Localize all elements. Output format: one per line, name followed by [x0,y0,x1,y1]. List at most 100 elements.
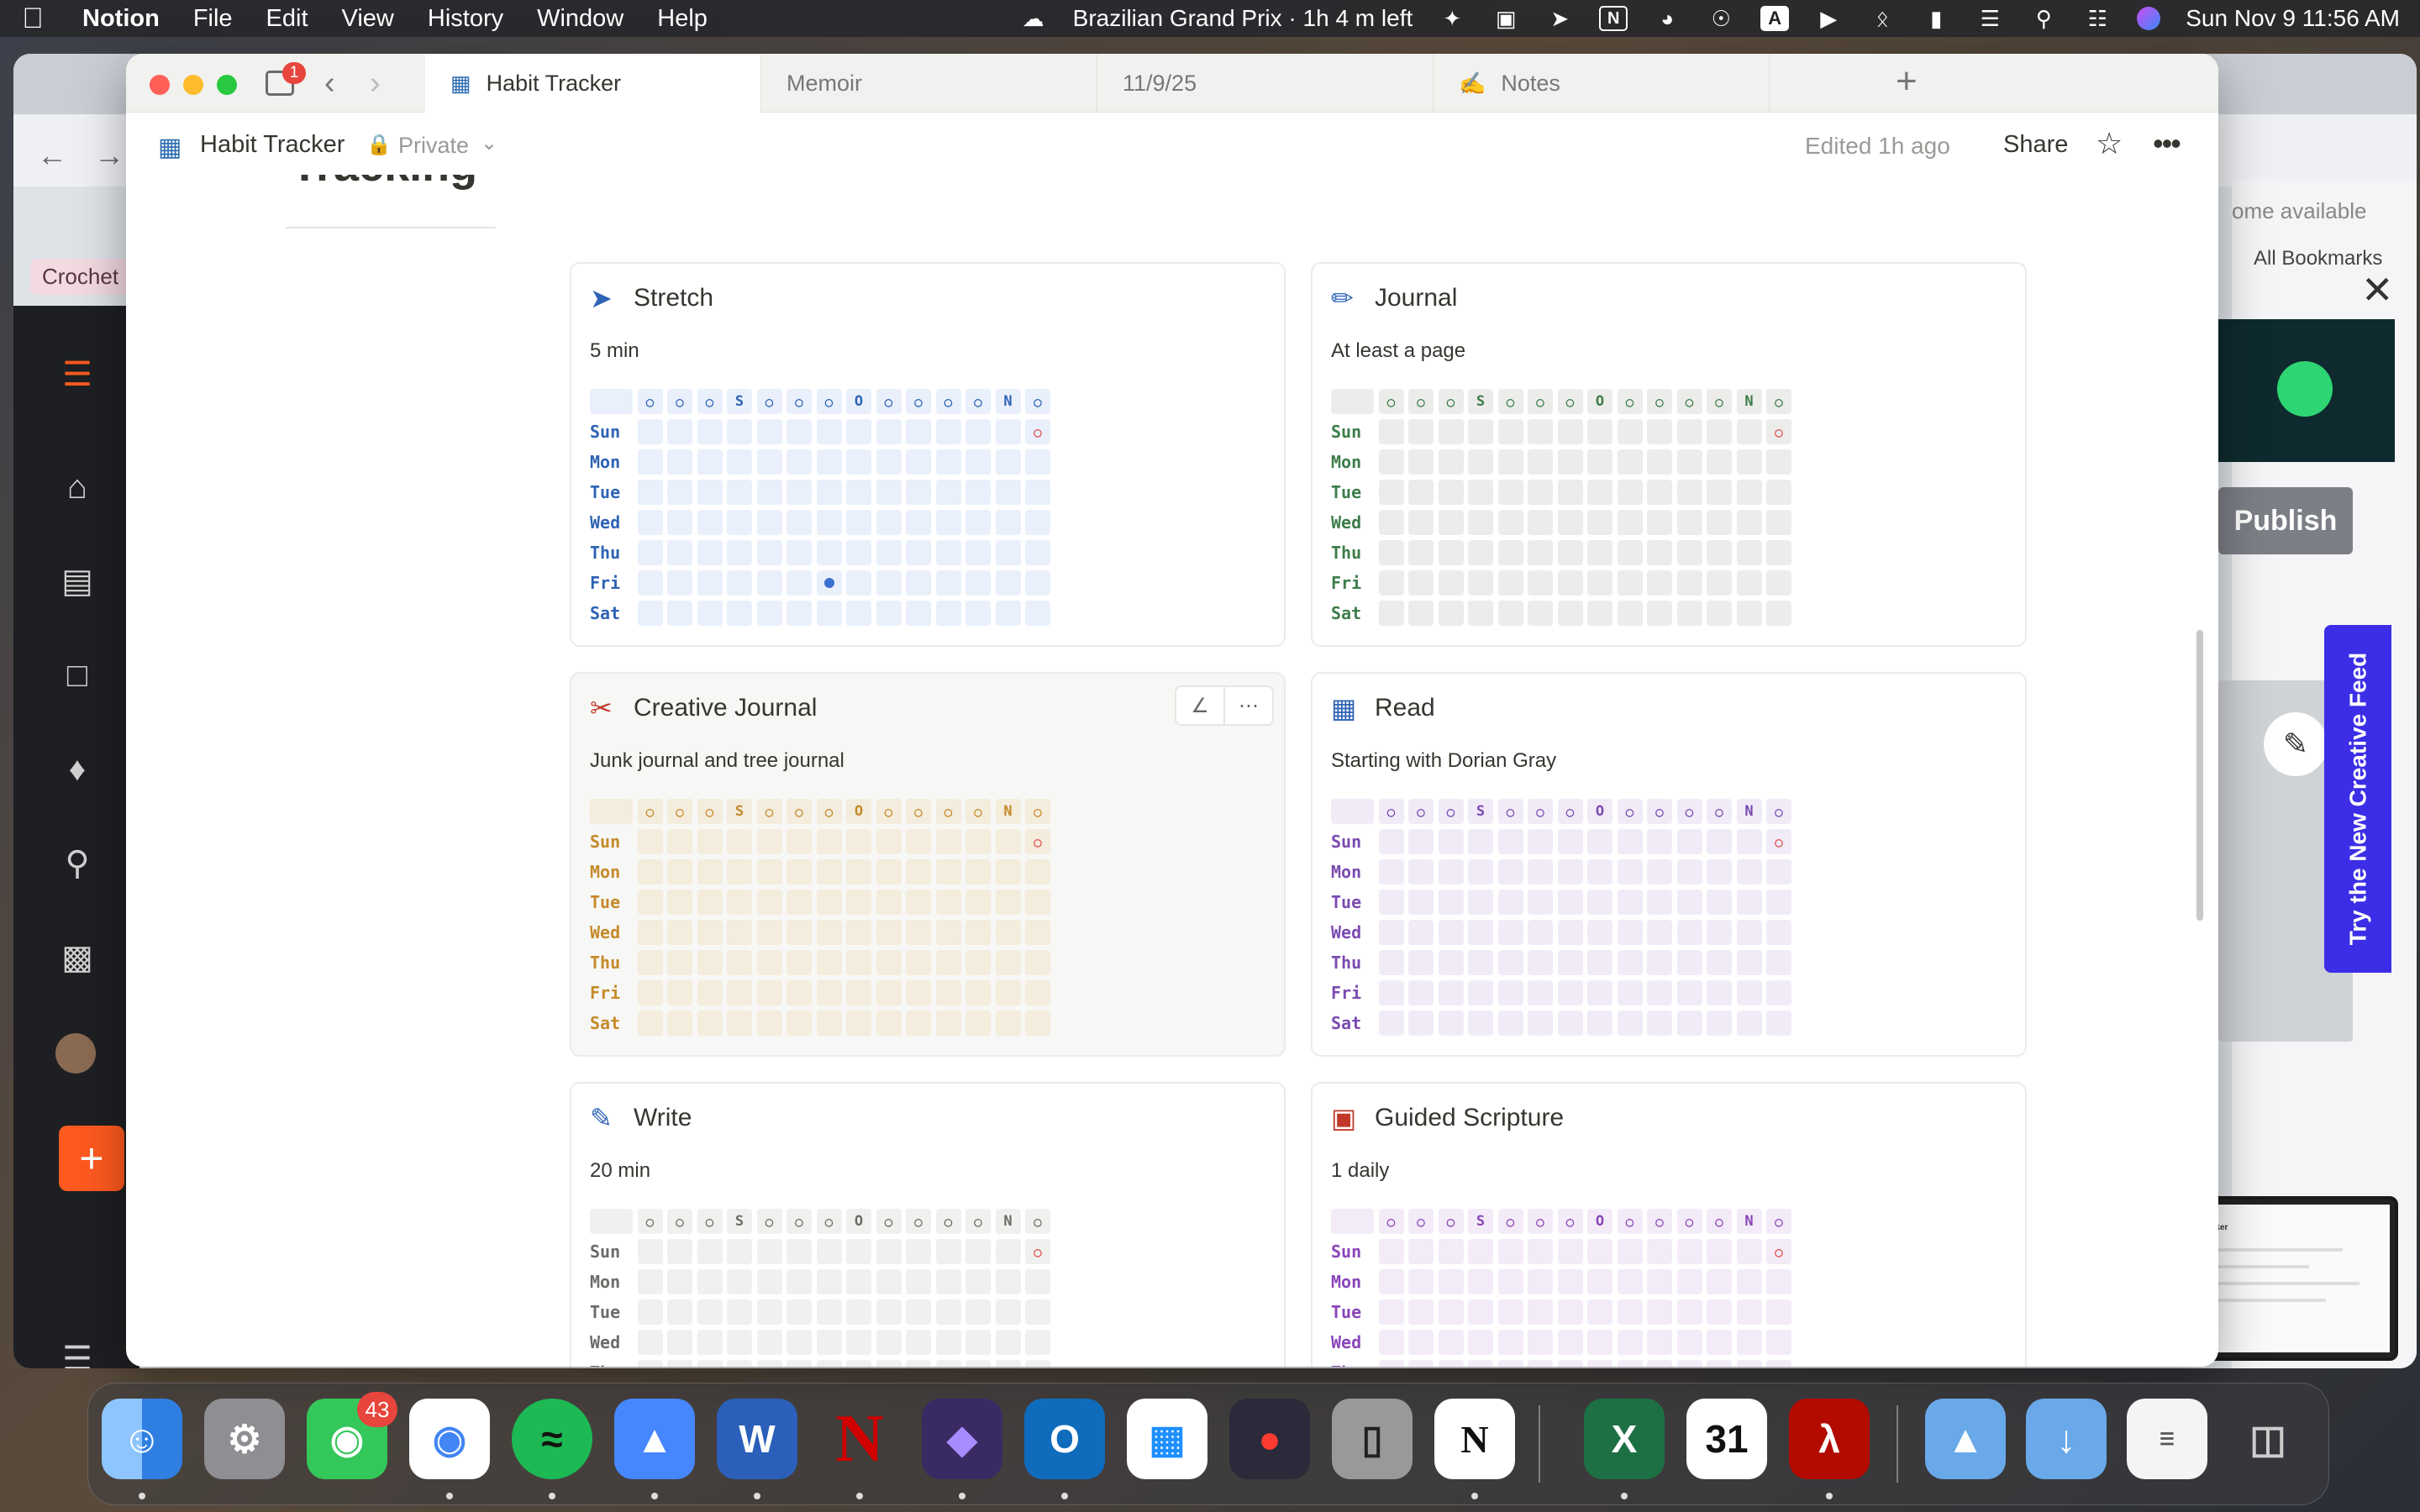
habit-cell[interactable] [1528,950,1553,975]
habit-cell[interactable] [906,1299,931,1325]
habit-cell[interactable] [667,1239,692,1264]
habit-cell[interactable] [906,859,931,885]
habit-cell[interactable] [965,1299,991,1325]
habit-cell[interactable] [1378,859,1404,885]
habit-cell[interactable] [935,1011,961,1036]
habit-cell[interactable] [1468,1360,1493,1367]
habit-cell[interactable] [756,1239,782,1264]
habit-cell[interactable] [1736,859,1762,885]
habit-card[interactable]: ▣ Guided Scripture 1 daily ○ ○ ○ S ○ ○ ○ O ○ ○ ○ ○ N… [1311,1082,2027,1367]
habit-cell[interactable] [906,510,931,535]
habit-cell[interactable] [1408,890,1434,915]
habit-cell[interactable] [1736,1360,1762,1367]
habit-cell[interactable] [1378,540,1404,565]
habit-cell[interactable] [786,419,812,444]
habit-cell[interactable] [1707,1011,1732,1036]
habit-cell[interactable] [995,540,1021,565]
habit-cell[interactable] [1468,1330,1493,1355]
habit-cell[interactable] [1468,1269,1493,1294]
habit-cell[interactable] [1587,1239,1612,1264]
menu-edit[interactable]: Edit [266,5,308,33]
habit-cell[interactable] [667,1360,692,1367]
habit-cell[interactable] [1528,480,1553,505]
habit-cell[interactable] [816,1299,842,1325]
habit-card[interactable]: ✂ Creative Journal ∠ ⋯ Junk journal and … [570,672,1286,1057]
habit-cell[interactable] [935,950,961,975]
habit-cell[interactable] [1707,829,1732,854]
habit-cell[interactable] [756,1330,782,1355]
habit-cell[interactable] [1025,601,1050,626]
habit-cell[interactable] [1707,449,1732,475]
habit-cell[interactable] [1707,950,1732,975]
habit-cell[interactable] [727,1269,752,1294]
habit-cell[interactable] [935,510,961,535]
habit-cell[interactable] [1438,980,1464,1005]
habit-cell[interactable] [756,890,782,915]
trash-icon[interactable]: ◫ [2228,1399,2308,1479]
habit-cell[interactable] [786,890,812,915]
habit-cell[interactable] [965,950,991,975]
habit-cell[interactable] [1528,829,1553,854]
habit-cell[interactable] [1025,510,1050,535]
habit-cell[interactable] [1587,601,1612,626]
habit-cell[interactable] [1468,570,1493,596]
habit-cell[interactable] [756,980,782,1005]
habit-cell[interactable] [906,1239,931,1264]
habit-cell[interactable] [727,1299,752,1325]
habit-cell[interactable] [965,980,991,1005]
habit-cell[interactable] [786,540,812,565]
habit-cell[interactable] [816,920,842,945]
habit-cell[interactable] [1468,510,1493,535]
search-icon[interactable]: ⚲ [55,842,99,885]
habit-cell[interactable] [697,449,723,475]
habit-cell[interactable] [995,1011,1021,1036]
habit-cell[interactable] [935,1360,961,1367]
habit-cell[interactable] [846,1269,871,1294]
habit-cell[interactable] [1736,1299,1762,1325]
habit-cell[interactable] [1408,540,1434,565]
habit-cell[interactable] [697,829,723,854]
habit-cell[interactable] [1378,980,1404,1005]
habit-cell[interactable] [1617,1330,1643,1355]
habit-cell[interactable] [965,601,991,626]
habit-cell[interactable] [1408,859,1434,885]
habit-cell[interactable] [637,1299,663,1325]
habit-cell[interactable] [637,890,663,915]
habit-cell[interactable] [727,601,752,626]
habit-cell[interactable] [876,829,902,854]
habit-cell[interactable] [1617,570,1643,596]
habit-cell[interactable] [1025,980,1050,1005]
habit-cell[interactable] [1647,890,1672,915]
habit-cell[interactable] [1676,570,1702,596]
habit-cell[interactable] [1707,540,1732,565]
habit-cell[interactable] [935,1330,961,1355]
habit-cell[interactable] [1557,1011,1583,1036]
habit-cell[interactable] [1438,419,1464,444]
habit-cell[interactable] [637,950,663,975]
habit-cell[interactable] [1497,1299,1523,1325]
habit-cell[interactable] [935,980,961,1005]
habit-cell[interactable] [1707,980,1732,1005]
habit-cell[interactable] [965,1269,991,1294]
habit-cell[interactable] [697,570,723,596]
habit-cell[interactable] [637,1360,663,1367]
habit-cell[interactable] [906,1011,931,1036]
habit-cell[interactable] [1557,1330,1583,1355]
today-marker[interactable]: ○ [1766,829,1791,854]
habit-cell[interactable] [1378,480,1404,505]
habit-cell[interactable] [995,510,1021,535]
habit-cell[interactable] [1676,1330,1702,1355]
habit-cell[interactable] [727,829,752,854]
habit-cell[interactable] [1587,1269,1612,1294]
habit-cell[interactable] [1766,980,1791,1005]
chat-icon[interactable]: □ [55,654,99,697]
habit-cell[interactable] [756,1299,782,1325]
habit-cell[interactable] [1736,601,1762,626]
habit-cell[interactable] [756,1011,782,1036]
habit-cell[interactable] [995,601,1021,626]
habit-cell[interactable] [876,950,902,975]
habit-cell[interactable] [697,1269,723,1294]
habit-cell[interactable] [1617,1239,1643,1264]
habit-cell[interactable] [876,449,902,475]
habit-cell[interactable] [1707,570,1732,596]
